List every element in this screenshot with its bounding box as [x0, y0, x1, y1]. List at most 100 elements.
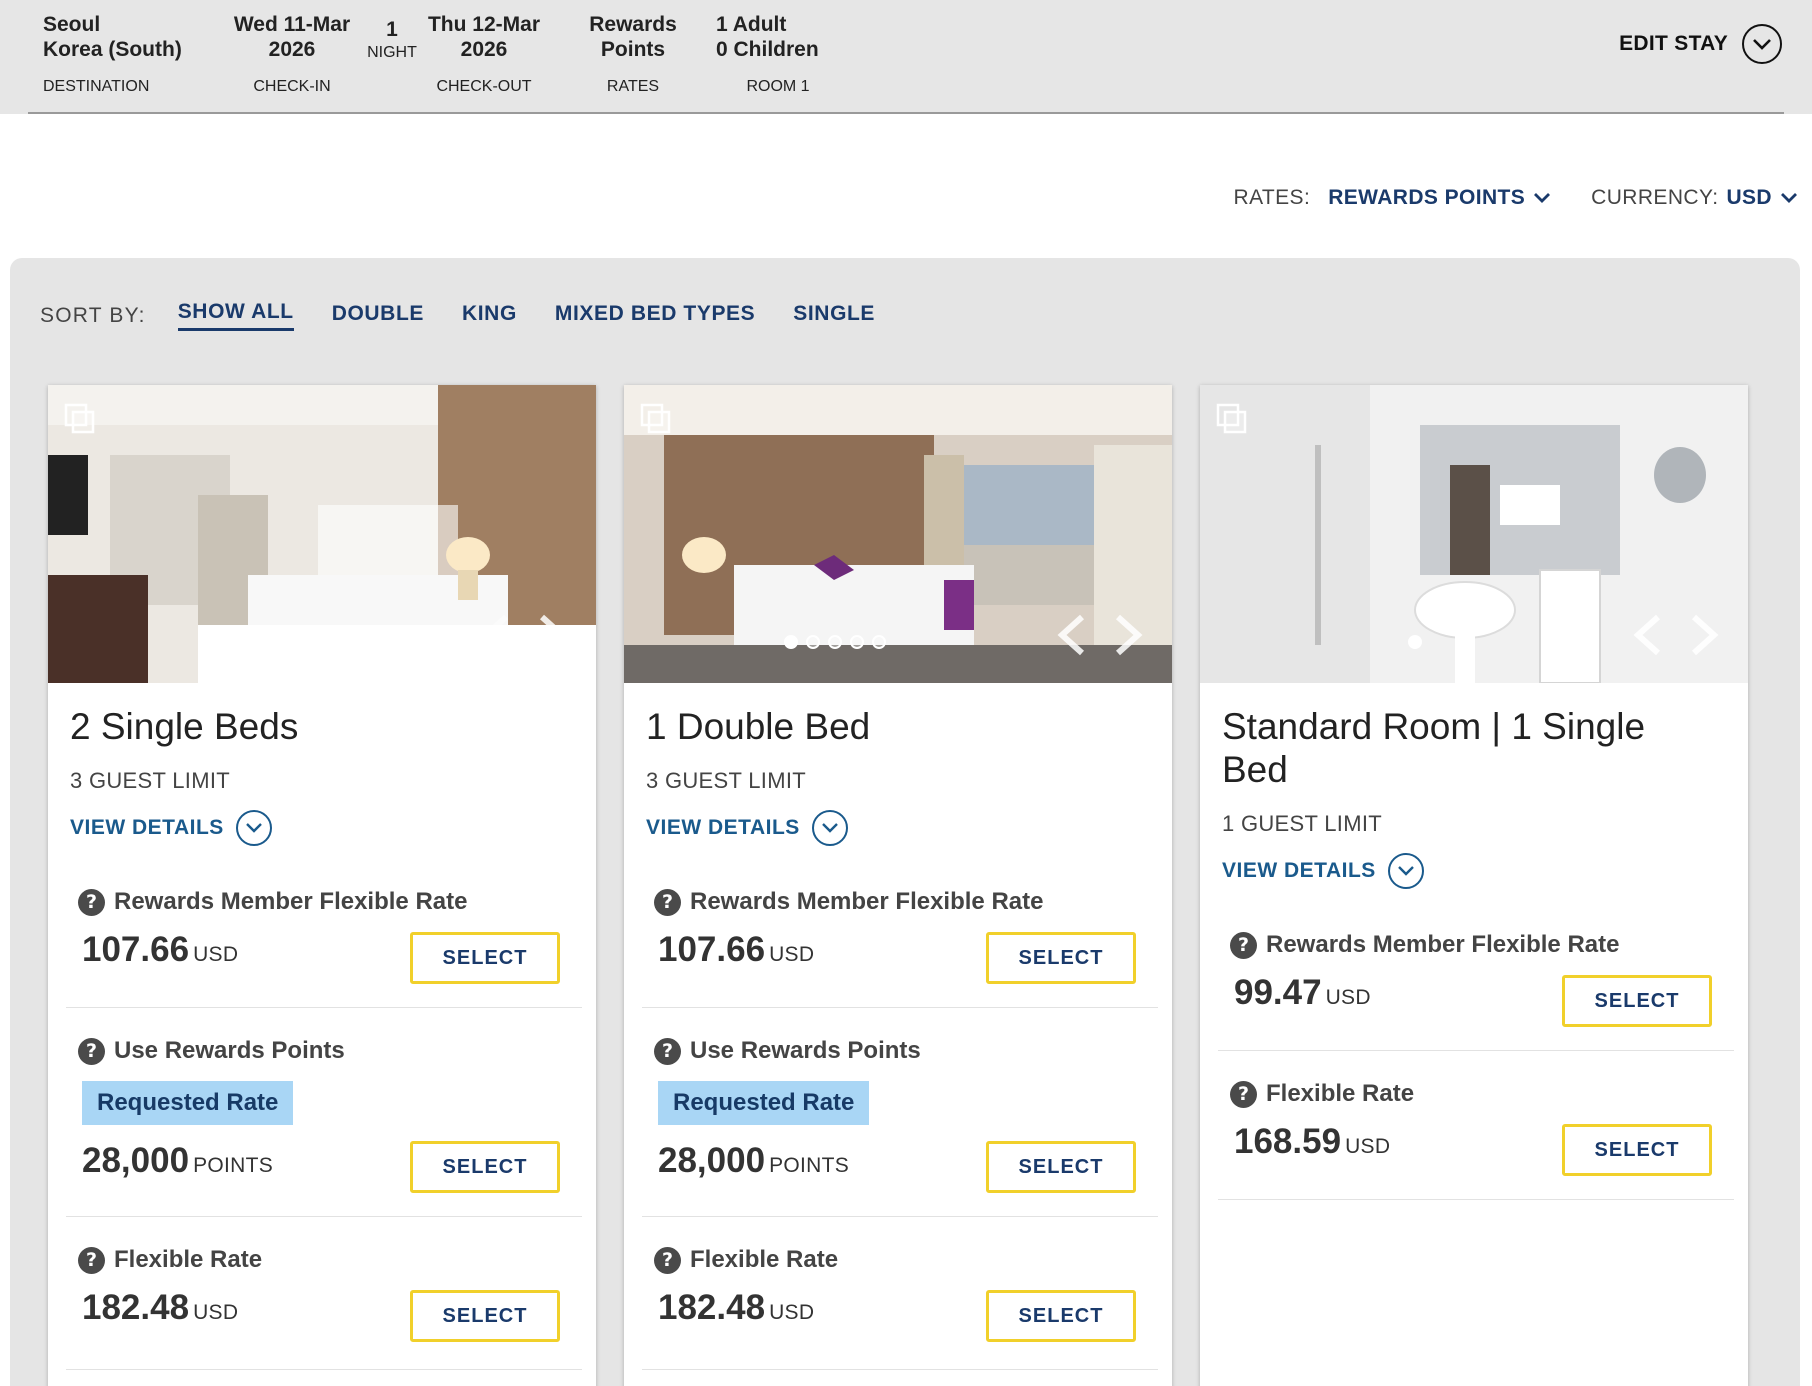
requested-rate-badge: Requested Rate — [82, 1081, 294, 1125]
rate-option: ? Rewards Member Flexible Rate 99.47 USD S… — [1218, 931, 1734, 1051]
carousel-dot[interactable] — [236, 635, 250, 649]
select-button[interactable]: SELECT — [410, 1290, 560, 1342]
select-button[interactable]: SELECT — [1562, 1124, 1712, 1176]
room-photo[interactable] — [1200, 385, 1748, 683]
help-icon[interactable]: ? — [654, 1037, 681, 1065]
gallery-icon[interactable] — [640, 403, 672, 435]
chevron-left-icon[interactable] — [478, 613, 514, 657]
rate-option: ? Rewards Member Flexible Rate 107.66 USD … — [66, 888, 582, 1008]
carousel-dots — [236, 635, 250, 649]
select-button[interactable]: SELECT — [986, 1290, 1136, 1342]
rate-name: Rewards Member Flexible Rate — [690, 888, 1044, 915]
room-card: Standard Room | 1 Single Bed 1 GUEST LIM… — [1200, 385, 1748, 1386]
price-unit: POINTS — [769, 1154, 850, 1177]
rate-price: 107.66 USD — [658, 930, 814, 970]
price-amount: 107.66 — [82, 930, 190, 969]
chevron-down-icon[interactable] — [1780, 192, 1798, 204]
price-unit: POINTS — [193, 1154, 274, 1177]
select-button[interactable]: SELECT — [410, 1141, 560, 1193]
edit-stay-label: EDIT STAY — [1619, 32, 1728, 55]
select-button[interactable]: SELECT — [986, 932, 1136, 984]
select-button[interactable]: SELECT — [410, 932, 560, 984]
chevron-down-icon — [235, 810, 272, 846]
rates-label: RATES — [606, 78, 660, 95]
price-unit: USD — [1345, 1135, 1391, 1158]
rate-price: 28,000 POINTS — [82, 1141, 273, 1181]
rate-name: Use Rewards Points — [690, 1037, 921, 1064]
destination-label: DESTINATION — [43, 78, 150, 95]
edit-stay-button[interactable]: EDIT STAY — [1619, 24, 1782, 64]
price-amount: 28,000 — [658, 1141, 766, 1180]
carousel-dot[interactable] — [850, 635, 864, 649]
rate-option: ? Flexible Rate 182.48 USD SELECT — [642, 1246, 1158, 1370]
currency-dropdown[interactable]: USD — [1726, 186, 1772, 210]
sort-option-double[interactable]: DOUBLE — [332, 302, 424, 330]
price-amount: 168.59 — [1234, 1122, 1342, 1161]
price-unit: USD — [193, 943, 239, 966]
chevron-down-icon[interactable] — [1533, 192, 1551, 204]
price-amount: 182.48 — [658, 1288, 766, 1327]
rate-price: 107.66 USD — [82, 930, 238, 970]
requested-rate-badge: Requested Rate — [658, 1081, 870, 1125]
rate-price: 28,000 POINTS — [658, 1141, 849, 1181]
rate-price: 99.47 USD — [1234, 973, 1371, 1013]
room-occupancy-value: 1 Adult 0 Children — [716, 13, 819, 61]
nights: 1 NIGHT — [360, 18, 424, 62]
view-details-label: VIEW DETAILS — [70, 816, 224, 839]
gallery-icon[interactable] — [1216, 403, 1248, 435]
chevron-left-icon[interactable] — [1054, 613, 1090, 657]
sort-label: SORT BY: — [40, 303, 146, 327]
rate-price: 168.59 USD — [1234, 1122, 1390, 1162]
help-icon[interactable]: ? — [78, 1246, 105, 1274]
view-details-button[interactable]: VIEW DETAILS — [646, 810, 1150, 846]
rates-value: Rewards Points — [589, 13, 677, 61]
rates: Rewards Points RATES — [578, 12, 688, 95]
divider — [28, 112, 1784, 114]
checkin-value: Wed 11-Mar 2026 — [233, 13, 351, 61]
price-unit: USD — [769, 943, 815, 966]
help-icon[interactable]: ? — [654, 1246, 681, 1274]
chevron-right-icon[interactable] — [1686, 613, 1722, 657]
room-photo[interactable] — [624, 385, 1172, 683]
select-button[interactable]: SELECT — [1562, 975, 1712, 1027]
help-icon[interactable]: ? — [1230, 931, 1257, 959]
help-icon[interactable]: ? — [1230, 1080, 1257, 1108]
guest-limit: 3 GUEST LIMIT — [70, 768, 230, 793]
view-details-button[interactable]: VIEW DETAILS — [70, 810, 574, 846]
carousel-dot[interactable] — [828, 635, 842, 649]
rates-filter-label: RATES: — [1233, 186, 1311, 209]
rate-name: Flexible Rate — [114, 1246, 263, 1273]
carousel-dot[interactable] — [806, 635, 820, 649]
chevron-right-icon[interactable] — [534, 613, 570, 657]
view-details-button[interactable]: VIEW DETAILS — [1222, 853, 1726, 889]
guest-limit: 3 GUEST LIMIT — [646, 768, 806, 793]
sort-option-show-all[interactable]: SHOW ALL — [177, 300, 294, 331]
rate-name: Flexible Rate — [1266, 1080, 1415, 1107]
room-title: 1 Double Bed — [646, 706, 871, 747]
sort-option-single[interactable]: SINGLE — [793, 302, 875, 330]
room-photo[interactable] — [48, 385, 596, 683]
rate-name: Use Rewards Points — [114, 1037, 345, 1064]
price-unit: USD — [1325, 986, 1371, 1009]
carousel-dot[interactable] — [1408, 635, 1422, 649]
room-card: 2 Single Beds 3 GUEST LIMIT VIEW DETAILS… — [48, 385, 596, 1386]
carousel-dot[interactable] — [784, 635, 798, 649]
checkout-label: CHECK-OUT — [436, 78, 532, 95]
help-icon[interactable]: ? — [78, 1037, 105, 1065]
rate-option: ? Flexible Rate 168.59 USD SELECT — [1218, 1080, 1734, 1200]
sort-option-king[interactable]: KING — [462, 302, 517, 330]
chevron-left-icon[interactable] — [1630, 613, 1666, 657]
gallery-icon[interactable] — [64, 403, 96, 435]
help-icon[interactable]: ? — [78, 888, 105, 916]
rate-option: ? Use Rewards Points Requested Rate 28,00… — [66, 1037, 582, 1217]
view-details-label: VIEW DETAILS — [646, 816, 800, 839]
room-card: 1 Double Bed 3 GUEST LIMIT VIEW DETAILS … — [624, 385, 1172, 1386]
chevron-right-icon[interactable] — [1110, 613, 1146, 657]
sort-option-mixed-bed-types[interactable]: MIXED BED TYPES — [555, 302, 755, 330]
view-details-label: VIEW DETAILS — [1222, 859, 1376, 882]
select-button[interactable]: SELECT — [986, 1141, 1136, 1193]
help-icon[interactable]: ? — [654, 888, 681, 916]
room-title: 2 Single Beds — [70, 706, 299, 747]
carousel-dot[interactable] — [872, 635, 886, 649]
rates-filter-dropdown[interactable]: REWARDS POINTS — [1328, 186, 1525, 210]
